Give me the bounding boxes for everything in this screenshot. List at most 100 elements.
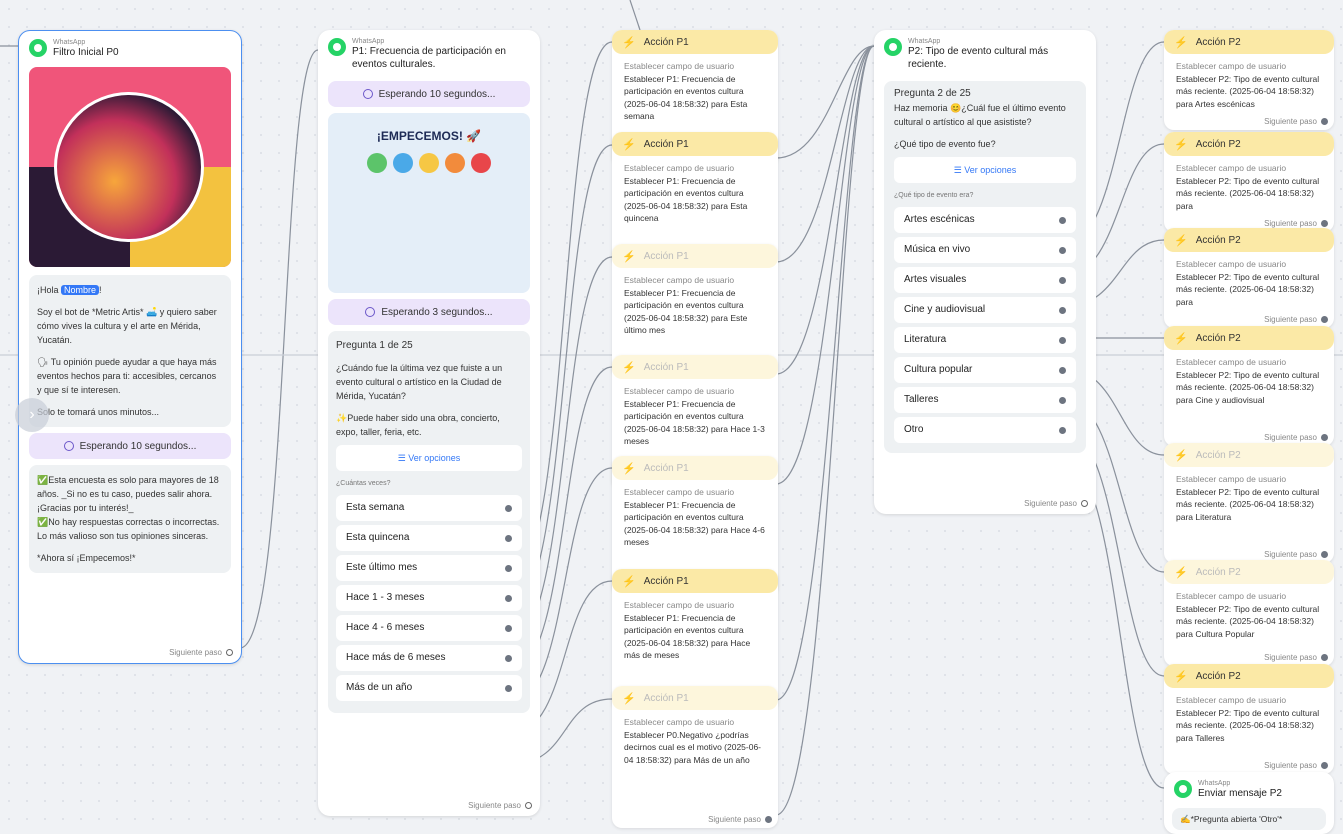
view-options-button[interactable]: ☰ Ver opciones <box>894 157 1076 183</box>
action-description: Establecer P1: Frecuencia de participaci… <box>624 398 765 447</box>
option-button[interactable]: Esta quincena <box>336 525 522 551</box>
next-step-handle[interactable]: Siguiente paso <box>1264 219 1328 228</box>
action-node[interactable]: ⚡ Acción P1 Establecer campo de usuario Est… <box>612 686 778 828</box>
next-step-handle[interactable]: Siguiente paso <box>1264 761 1328 770</box>
option-label: Talleres <box>904 394 939 405</box>
action-header: ⚡ Acción P2 <box>1164 560 1334 584</box>
question-text: ¿Cuándo fue la última vez que fuiste a u… <box>336 363 503 401</box>
next-step-handle[interactable]: Siguiente paso <box>1264 315 1328 324</box>
node-title: Enviar mensaje P2 <box>1198 788 1282 799</box>
wait-block[interactable]: Esperando 3 segundos... <box>328 299 530 325</box>
next-step-handle[interactable]: Siguiente paso <box>169 648 233 657</box>
action-description: Establecer P2: Tipo de evento cultural m… <box>1176 73 1320 109</box>
action-header: ⚡ Acción P1 <box>612 244 778 268</box>
option-button[interactable]: Hace más de 6 meses <box>336 645 522 671</box>
action-node[interactable]: ⚡ Acción P2 Establecer campo de usuario Est… <box>1164 664 1334 774</box>
bolt-icon: ⚡ <box>622 138 636 151</box>
action-node[interactable]: ⚡ Acción P2 Establecer campo de usuario Est… <box>1164 228 1334 328</box>
action-node[interactable]: ⚡ Acción P2 Establecer campo de usuario Est… <box>1164 30 1334 130</box>
question-number: Pregunta 1 de 25 <box>336 340 413 351</box>
action-type: Establecer campo de usuario <box>1176 259 1287 269</box>
next-step-handle[interactable]: Siguiente paso <box>1264 433 1328 442</box>
action-type: Establecer campo de usuario <box>1176 591 1287 601</box>
bolt-icon: ⚡ <box>1174 234 1188 247</box>
option-button[interactable]: Esta semana <box>336 495 522 521</box>
option-button[interactable]: Cine y audiovisual <box>894 297 1076 323</box>
action-description: Establecer P2: Tipo de evento cultural m… <box>1176 175 1320 211</box>
greeting-line: ¡Hola Nombre! <box>37 285 102 295</box>
action-node[interactable]: ⚡ Acción P2 Establecer campo de usuario Est… <box>1164 560 1334 666</box>
action-node[interactable]: ⚡ Acción P2 Establecer campo de usuario Est… <box>1164 326 1334 446</box>
action-node[interactable]: ⚡ Acción P2 Establecer campo de usuario Est… <box>1164 443 1334 563</box>
message-preview: ✍️*Pregunta abierta 'Otro'* <box>1172 808 1326 830</box>
action-title: Acción P2 <box>1195 138 1241 150</box>
option-button[interactable]: Más de un año <box>336 675 522 701</box>
option-connector-handle[interactable] <box>1059 216 1066 224</box>
option-connector-handle[interactable] <box>1059 336 1066 344</box>
option-connector-handle[interactable] <box>505 594 512 602</box>
next-step-handle[interactable]: Siguiente paso <box>468 801 532 810</box>
option-connector-handle[interactable] <box>505 504 512 512</box>
option-label: Otro <box>904 424 924 435</box>
action-title: Acción P1 <box>643 575 689 587</box>
wait-block[interactable]: Esperando 10 segundos... <box>328 81 530 107</box>
bolt-icon: ⚡ <box>622 575 636 588</box>
action-header: ⚡ Acción P1 <box>612 456 778 480</box>
whatsapp-icon <box>328 38 346 56</box>
view-options-button[interactable]: ☰ Ver opciones <box>336 445 522 471</box>
option-connector-handle[interactable] <box>1059 246 1066 254</box>
option-connector-handle[interactable] <box>505 684 512 692</box>
bolt-icon: ⚡ <box>1174 566 1188 579</box>
next-step-handle[interactable]: Siguiente paso <box>1264 550 1328 559</box>
option-connector-handle[interactable] <box>1059 426 1066 434</box>
option-connector-handle[interactable] <box>505 534 512 542</box>
age-notice-text: ✅Esta encuesta es solo para mayores de 1… <box>37 475 219 513</box>
bolt-icon: ⚡ <box>1174 670 1188 683</box>
option-button[interactable]: Hace 1 - 3 meses <box>336 585 522 611</box>
option-button[interactable]: Hace 4 - 6 meses <box>336 615 522 641</box>
bolt-icon: ⚡ <box>1174 449 1188 462</box>
action-type: Establecer campo de usuario <box>624 386 735 396</box>
whatsapp-icon <box>29 39 47 57</box>
clock-icon <box>365 307 376 317</box>
option-connector-handle[interactable] <box>505 624 512 632</box>
option-button[interactable]: Otro <box>894 417 1076 443</box>
option-connector-handle[interactable] <box>1059 276 1066 284</box>
node-p2-tipo-evento[interactable]: WhatsApp P2: Tipo de evento cultural más… <box>874 30 1096 514</box>
collapse-handle[interactable]: › <box>15 398 49 432</box>
option-connector-handle[interactable] <box>505 564 512 572</box>
option-connector-handle[interactable] <box>505 654 512 662</box>
next-step-handle[interactable]: Siguiente paso <box>708 815 772 824</box>
action-description: Establecer P1: Frecuencia de participaci… <box>624 73 748 122</box>
action-type: Establecer campo de usuario <box>624 487 735 497</box>
action-type: Establecer campo de usuario <box>1176 163 1287 173</box>
option-button[interactable]: Artes visuales <box>894 267 1076 293</box>
bolt-icon: ⚡ <box>622 692 636 705</box>
option-button[interactable]: Talleres <box>894 387 1076 413</box>
next-step-handle[interactable]: Siguiente paso <box>1264 117 1328 126</box>
next-step-handle[interactable]: Siguiente paso <box>1024 499 1088 508</box>
option-label: Este último mes <box>346 562 418 573</box>
node-filtro-inicial-p0[interactable]: WhatsApp Filtro Inicial P0 ¡Hola Nombre!… <box>18 30 242 664</box>
bolt-icon: ⚡ <box>622 250 636 263</box>
option-button[interactable]: Cultura popular <box>894 357 1076 383</box>
option-button[interactable]: Música en vivo <box>894 237 1076 263</box>
action-node[interactable]: ⚡ Acción P2 Establecer campo de usuario Est… <box>1164 132 1334 232</box>
action-header: ⚡ Acción P2 <box>1164 30 1334 54</box>
option-connector-handle[interactable] <box>1059 396 1066 404</box>
options-label: ¿Cuántas veces? <box>336 480 391 487</box>
option-button[interactable]: Este último mes <box>336 555 522 581</box>
option-connector-handle[interactable] <box>1059 306 1066 314</box>
option-label: Más de un año <box>346 682 413 693</box>
node-enviar-mensaje-p2[interactable]: WhatsApp Enviar mensaje P2 ✍️*Pregunta a… <box>1164 772 1334 834</box>
bolt-icon: ⚡ <box>1174 332 1188 345</box>
option-button[interactable]: Literatura <box>894 327 1076 353</box>
option-button[interactable]: Artes escénicas <box>894 207 1076 233</box>
name-variable-tag: Nombre <box>61 285 100 295</box>
option-label: Esta quincena <box>346 532 410 543</box>
action-title: Acción P2 <box>1195 670 1241 682</box>
wait-block[interactable]: Esperando 10 segundos... <box>29 433 231 459</box>
node-p1-frecuencia[interactable]: WhatsApp P1: Frecuencia de participación… <box>318 30 540 816</box>
next-step-handle[interactable]: Siguiente paso <box>1264 653 1328 662</box>
option-connector-handle[interactable] <box>1059 366 1066 374</box>
